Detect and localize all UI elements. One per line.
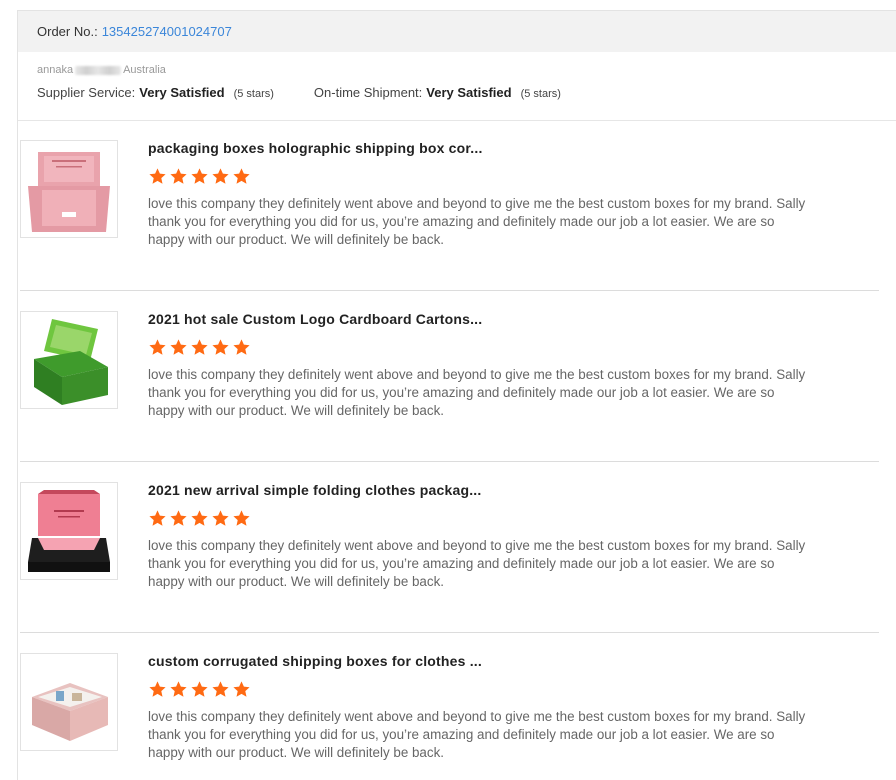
review-text: love this company they definitely went a… [148, 538, 806, 589]
pink-mailer-box-image [28, 152, 110, 232]
rating-value: Very Satisfied [426, 85, 512, 100]
redacted-text [75, 65, 122, 75]
divider [20, 290, 879, 291]
rating-stars: (5 stars) [233, 88, 274, 100]
star-icon [149, 510, 166, 526]
review-stars [148, 167, 253, 186]
rating-value: Very Satisfied [139, 85, 225, 100]
buyer-country: Australia [123, 64, 166, 76]
rating-label: Supplier Service: [37, 85, 136, 100]
star-icon [212, 510, 229, 526]
divider [20, 632, 879, 633]
product-image[interactable] [20, 311, 118, 409]
rating-summary: annaka Australia Supplier Service: Very … [18, 52, 896, 121]
rating-label: On-time Shipment: [313, 85, 423, 100]
star-icon [233, 510, 250, 526]
order-label: Order No.: [37, 24, 98, 39]
star-icon [170, 168, 187, 184]
star-icon [233, 681, 250, 697]
product-title-link[interactable]: 2021 new arrival simple folding clothes … [148, 482, 481, 498]
star-icon [170, 510, 187, 526]
star-icon [149, 168, 166, 184]
product-title-link[interactable]: custom corrugated shipping boxes for clo… [148, 653, 482, 669]
review-stars [148, 509, 253, 528]
order-number-link[interactable]: 135425274001024707 [102, 24, 232, 39]
green-box-image [34, 319, 108, 405]
star-icon [149, 339, 166, 355]
product-image[interactable] [20, 653, 118, 751]
order-bar: Order No.: 135425274001024707 [18, 11, 896, 52]
star-icon [170, 339, 187, 355]
review-stars [148, 680, 253, 699]
divider [20, 461, 879, 462]
review-text: love this company they definitely went a… [148, 709, 806, 760]
pink-shipping-box-image [32, 683, 108, 741]
supplier-service-rating: Supplier Service: Very Satisfied (5 star… [37, 85, 274, 100]
product-image[interactable] [20, 482, 118, 580]
star-icon [191, 339, 208, 355]
review-text: love this company they definitely went a… [148, 196, 806, 247]
star-icon [191, 681, 208, 697]
star-icon [170, 681, 187, 697]
star-icon [233, 339, 250, 355]
product-image[interactable] [20, 140, 118, 238]
buyer-name: annaka [37, 64, 74, 76]
star-icon [212, 681, 229, 697]
star-icon [212, 339, 229, 355]
star-icon [149, 681, 166, 697]
star-icon [191, 168, 208, 184]
star-icon [233, 168, 250, 184]
ontime-shipment-rating: On-time Shipment: Very Satisfied (5 star… [314, 85, 561, 100]
product-title-link[interactable]: 2021 hot sale Custom Logo Cardboard Cart… [148, 311, 482, 327]
buyer-info: annaka Australia [37, 64, 896, 76]
rating-stars: (5 stars) [520, 88, 561, 100]
star-icon [191, 510, 208, 526]
pink-black-box-image [28, 490, 110, 572]
review-stars [148, 338, 253, 357]
star-icon [212, 168, 229, 184]
product-title-link[interactable]: packaging boxes holographic shipping box… [148, 140, 483, 156]
review-text: love this company they definitely went a… [148, 367, 806, 418]
